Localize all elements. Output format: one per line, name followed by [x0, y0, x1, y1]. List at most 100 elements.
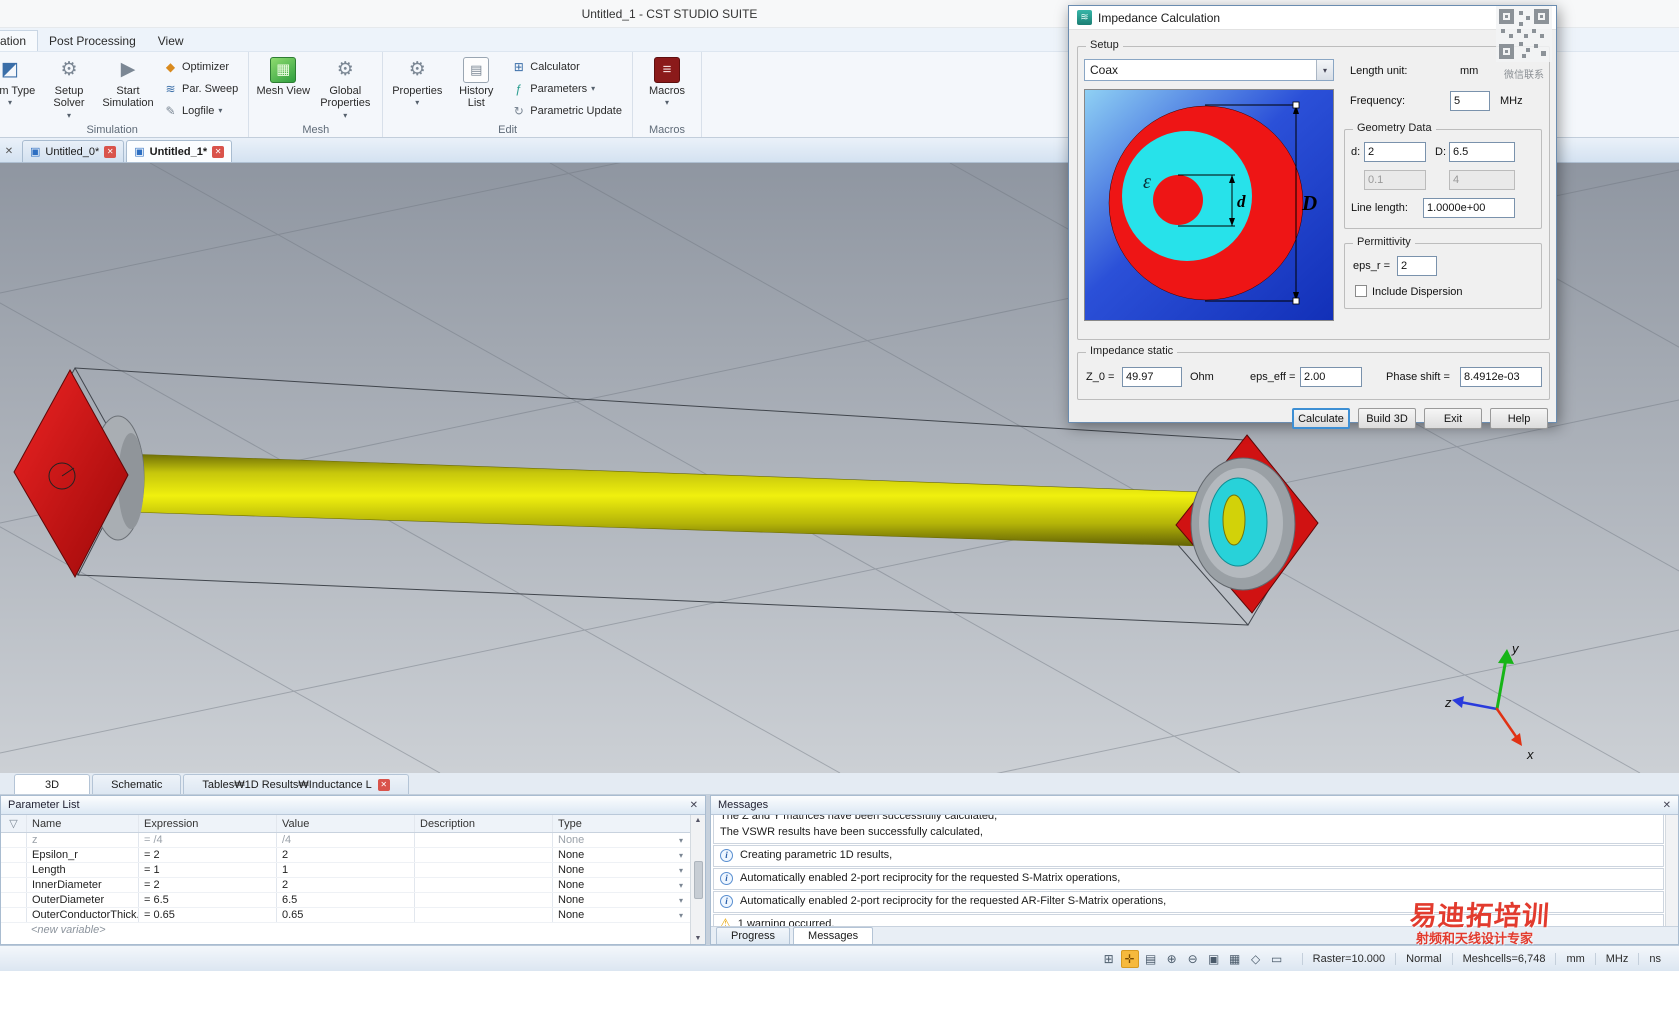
line-type-select[interactable]: Coax ▾ [1084, 59, 1334, 81]
impedance-dialog-icon: ≋ [1077, 10, 1092, 25]
impedance-calculation-dialog: ≋ Impedance Calculation ✕ Setup Coax ▾ [1068, 5, 1557, 429]
problem-type-icon: ◩ [1, 59, 19, 81]
problem-type-button[interactable]: ◩ blem Type ▾ [0, 54, 38, 111]
global-properties-icon: ⚙ [336, 59, 354, 81]
frequency-input[interactable] [1450, 91, 1490, 111]
parametric-update-button[interactable]: ↻ Parametric Update [507, 101, 626, 120]
calculate-button[interactable]: Calculate [1292, 408, 1350, 429]
eps-r-input[interactable] [1397, 256, 1437, 276]
chevron-down-icon: ▾ [678, 910, 683, 920]
scroll-up-icon[interactable]: ▲ [695, 817, 702, 824]
macros-button[interactable]: ≡ Macros ▾ [639, 54, 695, 111]
mesh-toggle-icon[interactable]: ▦ [1226, 950, 1244, 968]
D-input[interactable] [1449, 142, 1515, 162]
crosshair-icon[interactable]: ✛ [1120, 949, 1139, 968]
length-unit-label: Length unit: [1350, 65, 1408, 77]
table-row[interactable]: OuterConductorThick... = 0.65 0.65 None ▾ [1, 908, 690, 923]
mode-status: Normal [1395, 952, 1451, 965]
calculator-button[interactable]: ⊞ Calculator [507, 57, 626, 76]
eps-eff-label: eps_eff = [1250, 371, 1296, 383]
ribbon-tab-simulation[interactable]: ation [0, 30, 39, 51]
chevron-down-icon: ▾ [7, 98, 12, 108]
par-sweep-button[interactable]: ≋ Par. Sweep [159, 79, 242, 98]
coax-cross-section-diagram: ε d D [1084, 89, 1334, 321]
parameters-button[interactable]: ƒ Parameters ▾ [507, 79, 626, 98]
z0-unit-label: Ohm [1190, 371, 1214, 383]
logfile-button[interactable]: ✎ Logfile ▾ [159, 101, 242, 120]
table-row[interactable]: InnerDiameter = 2 2 None ▾ [1, 878, 690, 893]
new-variable-row[interactable]: <new variable> [1, 923, 690, 936]
view-tab-tables[interactable]: Tables₩1D Results₩Inductance L ✕ [183, 774, 409, 794]
setup-group: Setup Coax ▾ ε d D Length unit: mm Frequ… [1077, 39, 1550, 340]
message-item[interactable]: i Creating parametric 1D results, [713, 844, 1664, 867]
tab-messages[interactable]: Messages [793, 927, 874, 944]
zoom-out-icon[interactable]: ⊖ [1184, 950, 1202, 968]
ribbon-tab-post-processing[interactable]: Post Processing [38, 31, 147, 51]
message-item[interactable]: i Automatically enabled 2-port reciproci… [713, 867, 1664, 890]
ribbon-tab-view[interactable]: View [147, 31, 195, 51]
start-simulation-button[interactable]: ▶ Start Simulation [100, 54, 156, 113]
frequency-unit-label: MHz [1500, 95, 1523, 107]
doc-tab-untitled-0[interactable]: ▣ Untitled_0* ✕ [22, 140, 125, 162]
info-icon: i [720, 871, 733, 885]
table-row[interactable]: Length = 1 1 None ▾ [1, 863, 690, 878]
doc-tab-untitled-1[interactable]: ▣ Untitled_1* ✕ [126, 140, 233, 162]
axis-x-label: x [1526, 747, 1534, 762]
chevron-down-icon: ▾ [218, 106, 223, 115]
view-tab-bar: 3D Schematic Tables₩1D Results₩Inductanc… [0, 773, 1679, 795]
help-button[interactable]: Help [1490, 408, 1548, 429]
table-row[interactable]: OuterDiameter = 6.5 6.5 None ▾ [1, 893, 690, 908]
history-list-button[interactable]: ▤ History List [448, 54, 504, 113]
chevron-down-icon: ▾ [343, 110, 348, 120]
build-3d-button[interactable]: Build 3D [1358, 408, 1416, 429]
z0-input[interactable] [1122, 367, 1182, 387]
mesh-view-button[interactable]: ▦ Mesh View [255, 54, 311, 100]
properties-button[interactable]: ⚙ Properties ▾ [389, 54, 445, 111]
close-icon[interactable]: ✕ [2, 143, 16, 159]
unit-length-status: mm [1555, 952, 1594, 965]
filter-icon[interactable]: ▽ [1, 815, 27, 832]
scrollbar[interactable]: ▲ ▼ [690, 815, 705, 944]
exit-button[interactable]: Exit [1424, 408, 1482, 429]
tab-close-icon[interactable]: ✕ [212, 145, 225, 158]
scrollbar[interactable] [1665, 815, 1678, 926]
select-icon[interactable]: ▣ [1205, 950, 1223, 968]
zoom-window-icon[interactable]: ⊞ [1100, 950, 1118, 968]
setup-solver-button[interactable]: ⚙ Setup Solver ▾ [41, 54, 97, 124]
bounds-icon[interactable]: ▭ [1268, 950, 1286, 968]
dialog-titlebar[interactable]: ≋ Impedance Calculation ✕ [1069, 6, 1556, 30]
scroll-thumb[interactable] [693, 860, 703, 899]
close-icon[interactable]: ✕ [1663, 800, 1671, 811]
chevron-down-icon: ▾ [591, 84, 596, 93]
phase-shift-input[interactable] [1460, 367, 1542, 387]
table-row[interactable]: Epsilon_r = 2 2 None ▾ [1, 848, 690, 863]
include-dispersion-checkbox[interactable] [1355, 285, 1367, 297]
optimizer-button[interactable]: ◆ Optimizer [159, 57, 242, 76]
view-tab-3d[interactable]: 3D [14, 774, 91, 794]
close-icon[interactable]: ✕ [690, 800, 698, 811]
messages-header[interactable]: Messages ✕ [711, 796, 1678, 815]
snap-icon[interactable]: ◇ [1247, 950, 1265, 968]
tab-progress[interactable]: Progress [716, 927, 791, 944]
parameter-list-header[interactable]: Parameter List ✕ [1, 796, 705, 815]
scroll-down-icon[interactable]: ▼ [695, 935, 702, 942]
view-list-icon[interactable]: ▤ [1142, 950, 1160, 968]
geometry-data-group: Geometry Data d: D: Line length: [1344, 122, 1542, 229]
tab-close-icon[interactable]: ✕ [104, 145, 117, 158]
ribbon-group-label: Simulation [86, 124, 138, 136]
history-list-icon: ▤ [463, 57, 490, 83]
ribbon-group-label: Macros [648, 124, 686, 136]
view-tab-schematic[interactable]: Schematic [92, 774, 182, 794]
eps-eff-input[interactable] [1300, 367, 1362, 387]
line-length-input[interactable] [1423, 198, 1515, 218]
table-row[interactable]: z = /4 /4 None ▾ [1, 833, 690, 848]
macros-icon: ≡ [653, 57, 680, 83]
message-item[interactable]: The Z and Y matrices have been successfu… [713, 815, 1664, 844]
d-input[interactable] [1364, 142, 1426, 162]
warning-icon: ⚠ [720, 915, 731, 926]
setup-solver-icon: ⚙ [60, 59, 78, 81]
tab-close-icon[interactable]: ✕ [377, 778, 390, 791]
zoom-in-icon[interactable]: ⊕ [1163, 950, 1181, 968]
global-properties-button[interactable]: ⚙ Global Properties ▾ [314, 54, 376, 124]
d-dimension-label: d [1237, 192, 1246, 211]
